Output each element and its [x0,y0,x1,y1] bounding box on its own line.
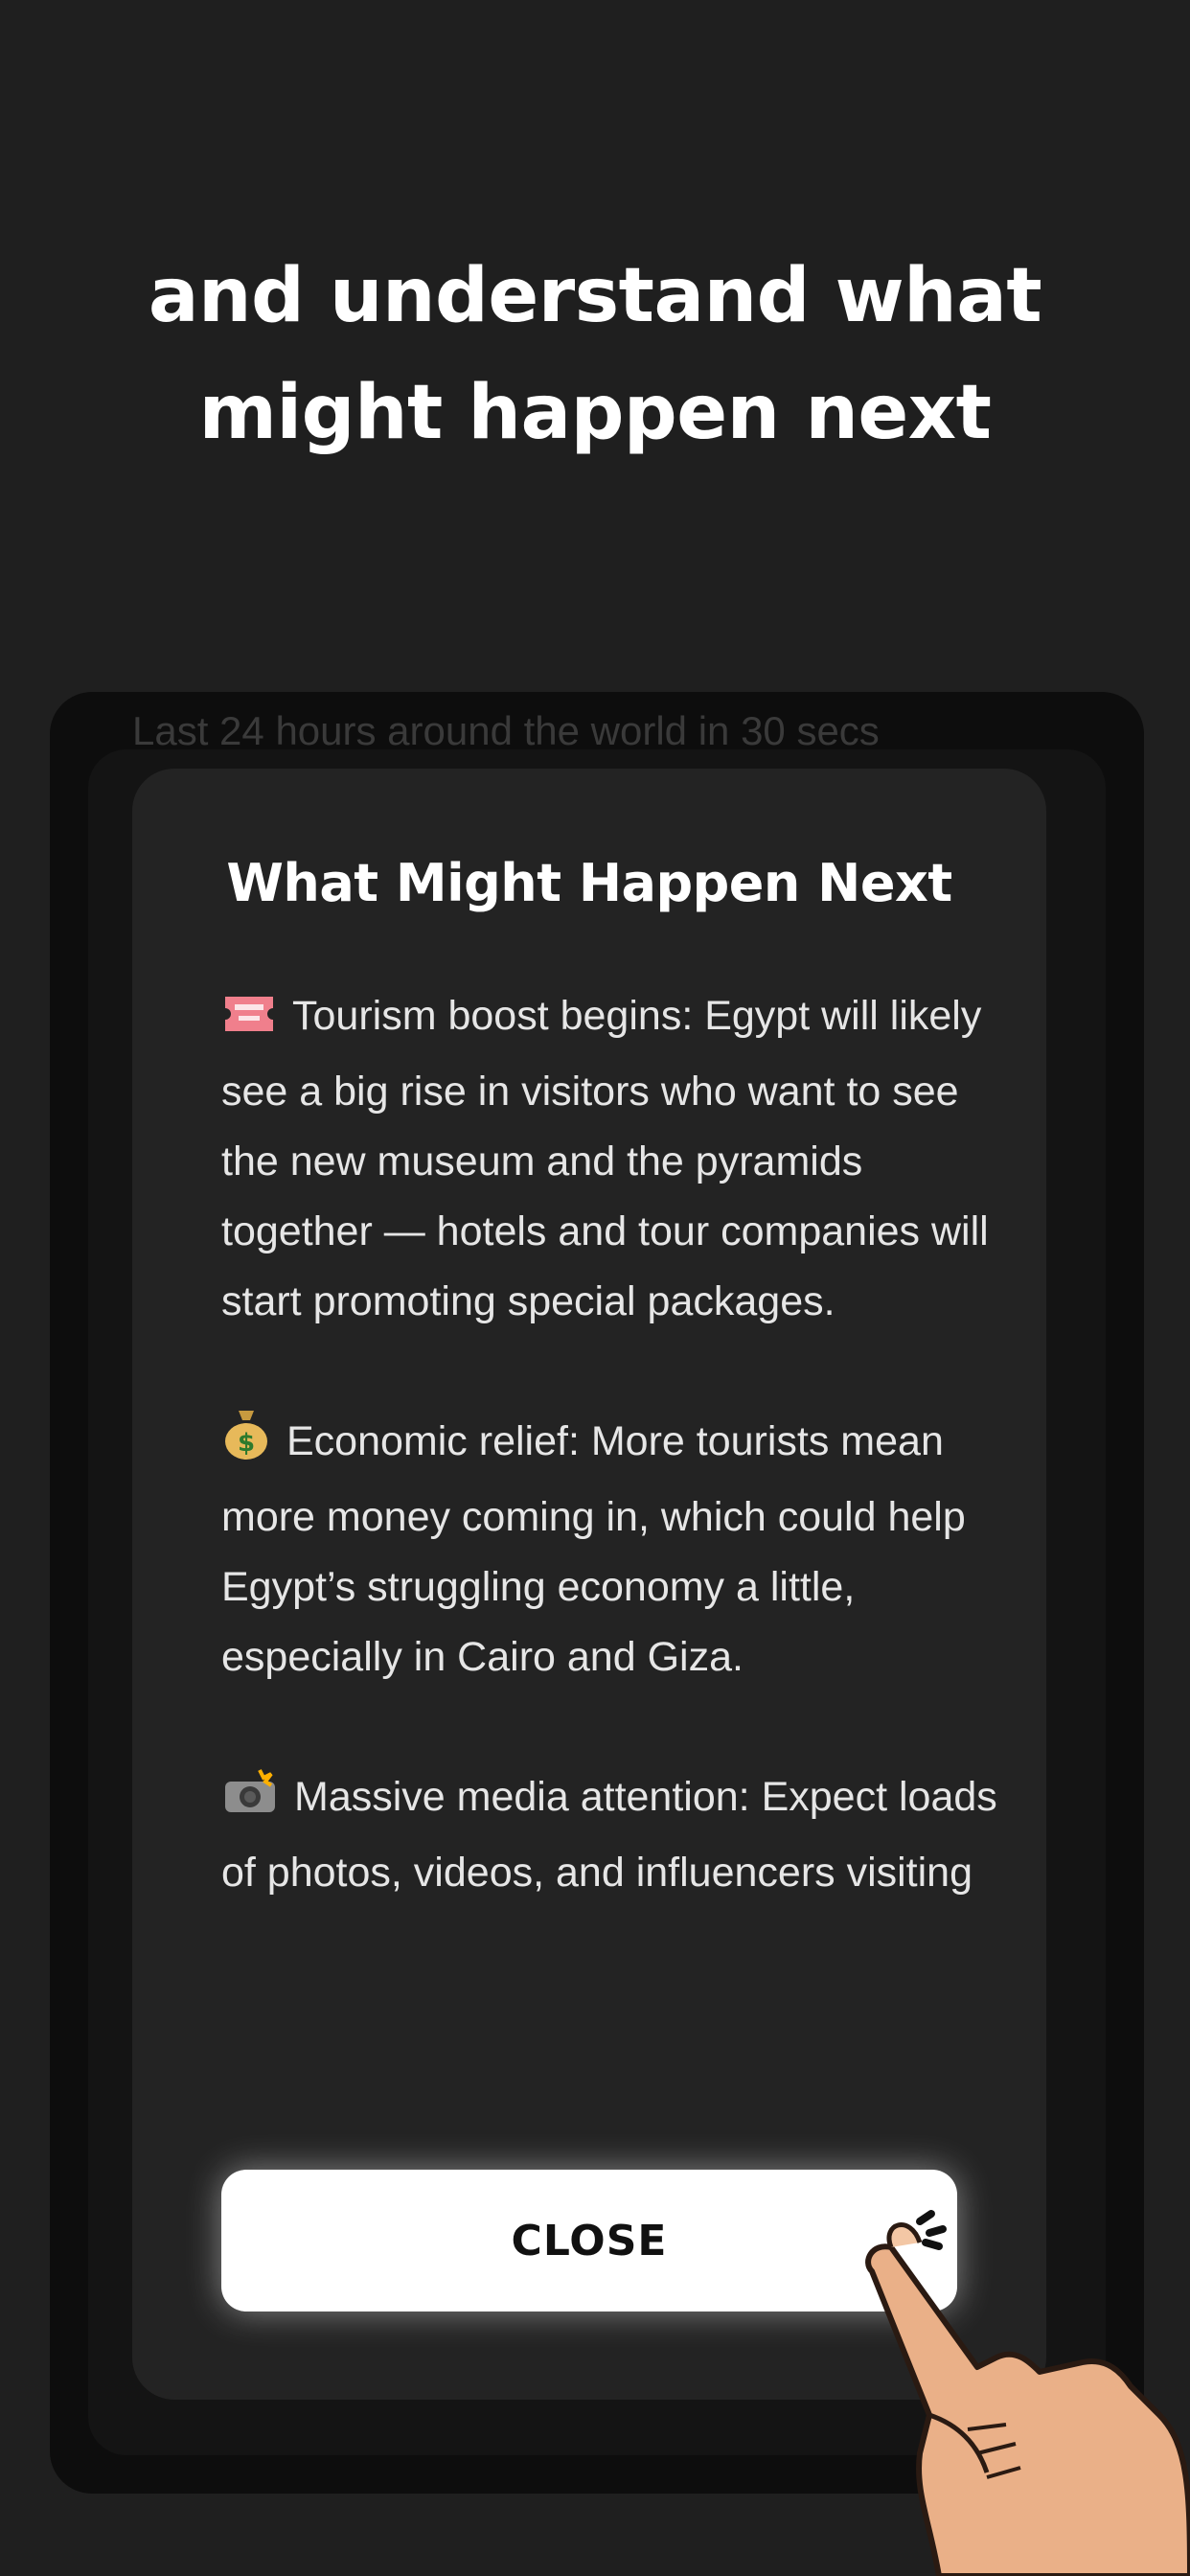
list-item: Tourism boost begins: Egypt will likely … [221,981,997,1337]
list-item: Massive media attention: Expect loads of… [221,1762,997,1920]
background-card-caption: Last 24 hours around the world in 30 sec… [132,709,880,753]
list-item: $ Economic relief: More tourists mean mo… [221,1407,997,1692]
prediction-modal: What Might Happen Next Tourism boost beg… [132,769,1046,2400]
modal-title: What Might Happen Next [226,853,952,913]
ticket-icon [221,987,277,1057]
camera-flash-icon [221,1768,279,1838]
pointing-hand-icon [865,2210,1190,2576]
close-button[interactable]: CLOSE [221,2170,957,2312]
item-text: Tourism boost begins: Egypt will likely … [221,993,989,1324]
item-text: Economic relief: More tourists mean more… [221,1418,966,1680]
headline-line-2: might happen next [198,370,992,456]
item-text: Massive media attention: Expect loads of… [221,1774,997,1920]
money-bag-icon: $ [221,1407,271,1483]
svg-text:$: $ [238,1429,255,1458]
headline: and understand what might happen next [0,238,1190,472]
headline-line-1: and understand what [148,253,1042,339]
modal-body[interactable]: Tourism boost begins: Egypt will likely … [221,981,997,1920]
